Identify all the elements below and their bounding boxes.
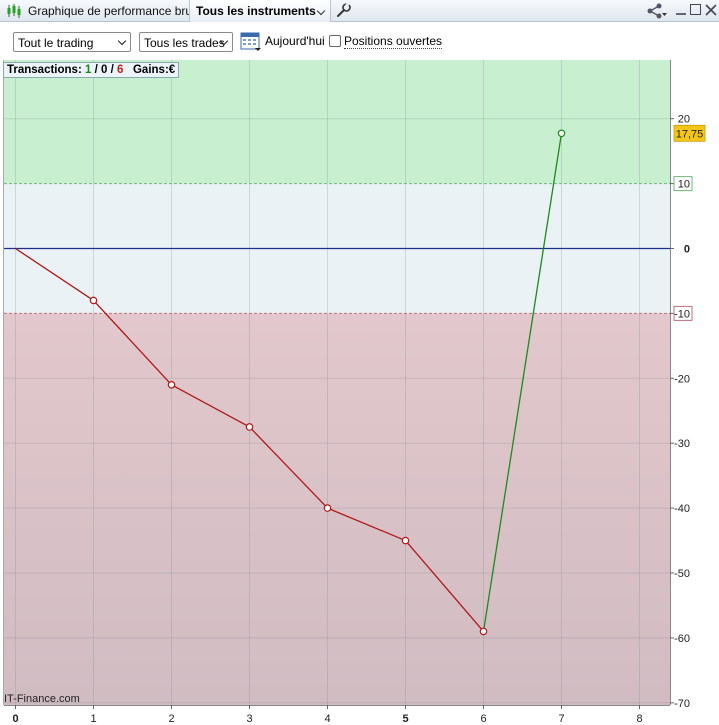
y-tick-label: 10 xyxy=(678,179,690,191)
y-tick-label: -20 xyxy=(674,373,690,385)
y-axis-ticks: 20 10 0 -10 -20 -30 -40 -50 -60 -70 xyxy=(670,114,693,710)
y-tick-label: -10 xyxy=(674,308,690,320)
y-tick-label: -60 xyxy=(674,633,690,645)
instrument-dropdown[interactable]: Tous les instruments xyxy=(189,0,331,22)
instrument-dropdown-label: Tous les instruments xyxy=(196,4,316,18)
share-icon[interactable] xyxy=(646,2,668,20)
trades-filter-select[interactable]: Tous les trades xyxy=(139,32,233,52)
x-tick-label: 2 xyxy=(168,713,174,725)
data-point xyxy=(89,296,98,305)
x-tick-label: 3 xyxy=(246,713,252,725)
losing-count: 6 xyxy=(116,64,124,76)
trades-filter-value: Tous les trades xyxy=(144,36,225,50)
wrench-icon[interactable] xyxy=(336,2,352,18)
watermark: IT-Finance.com xyxy=(4,693,80,705)
y-tick-label: 0 xyxy=(684,244,690,256)
x-tick-label: 4 xyxy=(324,713,330,725)
y-tick-label: -40 xyxy=(674,503,690,515)
maximize-icon[interactable] xyxy=(690,4,701,15)
x-tick-label: 0 xyxy=(12,713,18,725)
y-tick-label: -50 xyxy=(674,568,690,580)
x-tick-label: 6 xyxy=(480,713,486,725)
calendar-icon[interactable] xyxy=(240,30,262,52)
data-point xyxy=(167,380,176,389)
data-point xyxy=(557,129,566,138)
currency-label: € xyxy=(168,64,176,76)
last-value-label: 17,75 xyxy=(676,128,704,140)
candlestick-icon xyxy=(7,4,21,18)
count-separator: / xyxy=(107,64,117,76)
x-tick-label: 7 xyxy=(558,713,564,725)
y-tick-label: -30 xyxy=(674,438,690,450)
count-separator: / xyxy=(91,64,101,76)
close-icon[interactable] xyxy=(704,2,718,18)
chevron-down-icon xyxy=(316,6,326,16)
chart-bands xyxy=(4,60,670,705)
open-positions-label[interactable]: Positions ouvertes xyxy=(344,35,443,49)
trading-filter-value: Tout le trading xyxy=(18,36,94,50)
y-tick-label: 20 xyxy=(678,114,690,126)
gains-label: Gains: xyxy=(132,64,169,76)
x-tick-label: 5 xyxy=(402,713,408,725)
data-point xyxy=(245,423,254,431)
data-point xyxy=(323,504,332,512)
loss-zone xyxy=(4,313,670,705)
open-positions-checkbox[interactable] xyxy=(329,35,341,47)
date-label[interactable]: Aujourd'hui xyxy=(265,34,325,48)
title-bar: Graphique de performance brute Tous les … xyxy=(0,0,719,22)
data-point xyxy=(401,536,410,545)
x-tick-label: 1 xyxy=(90,713,96,725)
last-value-label-group: 17,75 xyxy=(673,124,706,142)
gain-zone xyxy=(4,60,670,184)
toolbar: Tout le trading Tous les trades Aujourd'… xyxy=(0,22,719,60)
window-title: Graphique de performance brute xyxy=(28,4,203,18)
trading-filter-select[interactable]: Tout le trading xyxy=(13,32,131,52)
transactions-summary: Transactions: 1 / 0 / 6 Gains:€ xyxy=(3,62,180,78)
x-tick-label: 8 xyxy=(636,713,642,725)
performance-chart: 20 10 0 -10 -20 -30 -40 -50 -60 -70 0 1 2 3 4 5 6 7 8 17,… xyxy=(3,60,706,725)
chevron-down-icon xyxy=(117,36,127,46)
data-point xyxy=(479,627,488,636)
minimize-icon[interactable] xyxy=(675,3,687,17)
y-tick-label: -70 xyxy=(674,698,690,710)
transactions-label: Transactions: xyxy=(7,64,82,76)
x-axis-ticks: 0 1 2 3 4 5 6 7 8 xyxy=(12,705,643,725)
